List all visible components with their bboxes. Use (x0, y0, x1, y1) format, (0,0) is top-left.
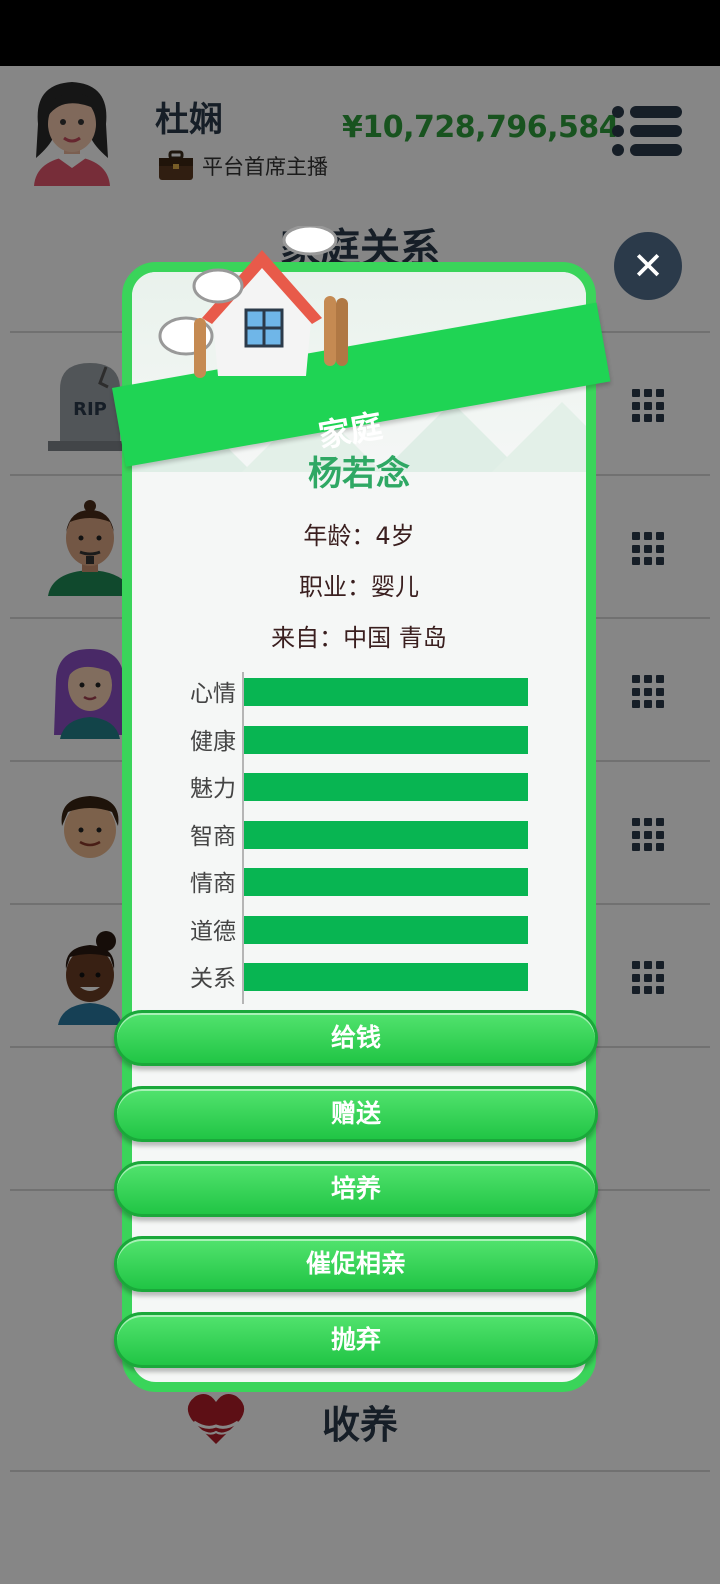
stat-bar-track (242, 868, 528, 896)
app-screen: 杜娴 平台首席主播 ¥10,728,796,584 家庭关系 RIP 收养 家庭… (0, 66, 720, 1584)
stat-row: 魅力 (178, 765, 530, 813)
stat-label: 智商 (190, 823, 236, 850)
stat-row: 情商 (178, 860, 530, 908)
stat-bar-fill (242, 725, 528, 754)
stat-row: 关系 (178, 955, 530, 1003)
close-icon[interactable]: ✕ (614, 232, 682, 300)
member-job: 职业：婴儿 (299, 573, 419, 601)
stat-label: 道德 (190, 918, 236, 945)
stat-label: 情商 (190, 871, 236, 897)
stat-bar-track (242, 725, 528, 754)
stat-bar-fill (242, 678, 528, 706)
stat-axis (242, 672, 244, 1004)
stat-label: 心情 (190, 681, 236, 707)
stat-bar-fill (242, 820, 528, 849)
urge-blind-date-button[interactable]: 催促相亲 (114, 1236, 598, 1292)
stat-row: 心情 (178, 670, 530, 718)
stat-bar-fill (242, 773, 528, 801)
stat-label: 关系 (190, 966, 236, 992)
status-bar (0, 0, 720, 66)
member-age: 年龄：4岁 (303, 522, 415, 550)
stat-bar-track (242, 915, 528, 944)
give-money-button[interactable]: 给钱 (114, 1010, 598, 1066)
stat-bar-track (242, 820, 528, 849)
stat-bar-fill (242, 915, 528, 944)
member-name: 杨若念 (308, 454, 410, 494)
stat-bar-fill (242, 963, 528, 991)
nurture-button[interactable]: 培养 (114, 1161, 598, 1217)
stat-row: 智商 (178, 813, 530, 861)
stat-bars: 心情健康魅力智商情商道德关系 (178, 670, 530, 1003)
stat-label: 魅力 (190, 776, 236, 802)
abandon-button[interactable]: 抛弃 (114, 1312, 598, 1368)
gift-button[interactable]: 赠送 (114, 1086, 598, 1142)
stat-label: 健康 (190, 728, 236, 755)
member-origin: 来自：中国 青岛 (271, 624, 447, 652)
stat-row: 道德 (178, 908, 530, 956)
stat-row: 健康 (178, 718, 530, 766)
house-icon (158, 226, 348, 378)
stat-bar-track (242, 678, 528, 706)
stat-bar-track (242, 963, 528, 991)
stat-bar-fill (242, 868, 528, 896)
stat-bar-track (242, 773, 528, 801)
